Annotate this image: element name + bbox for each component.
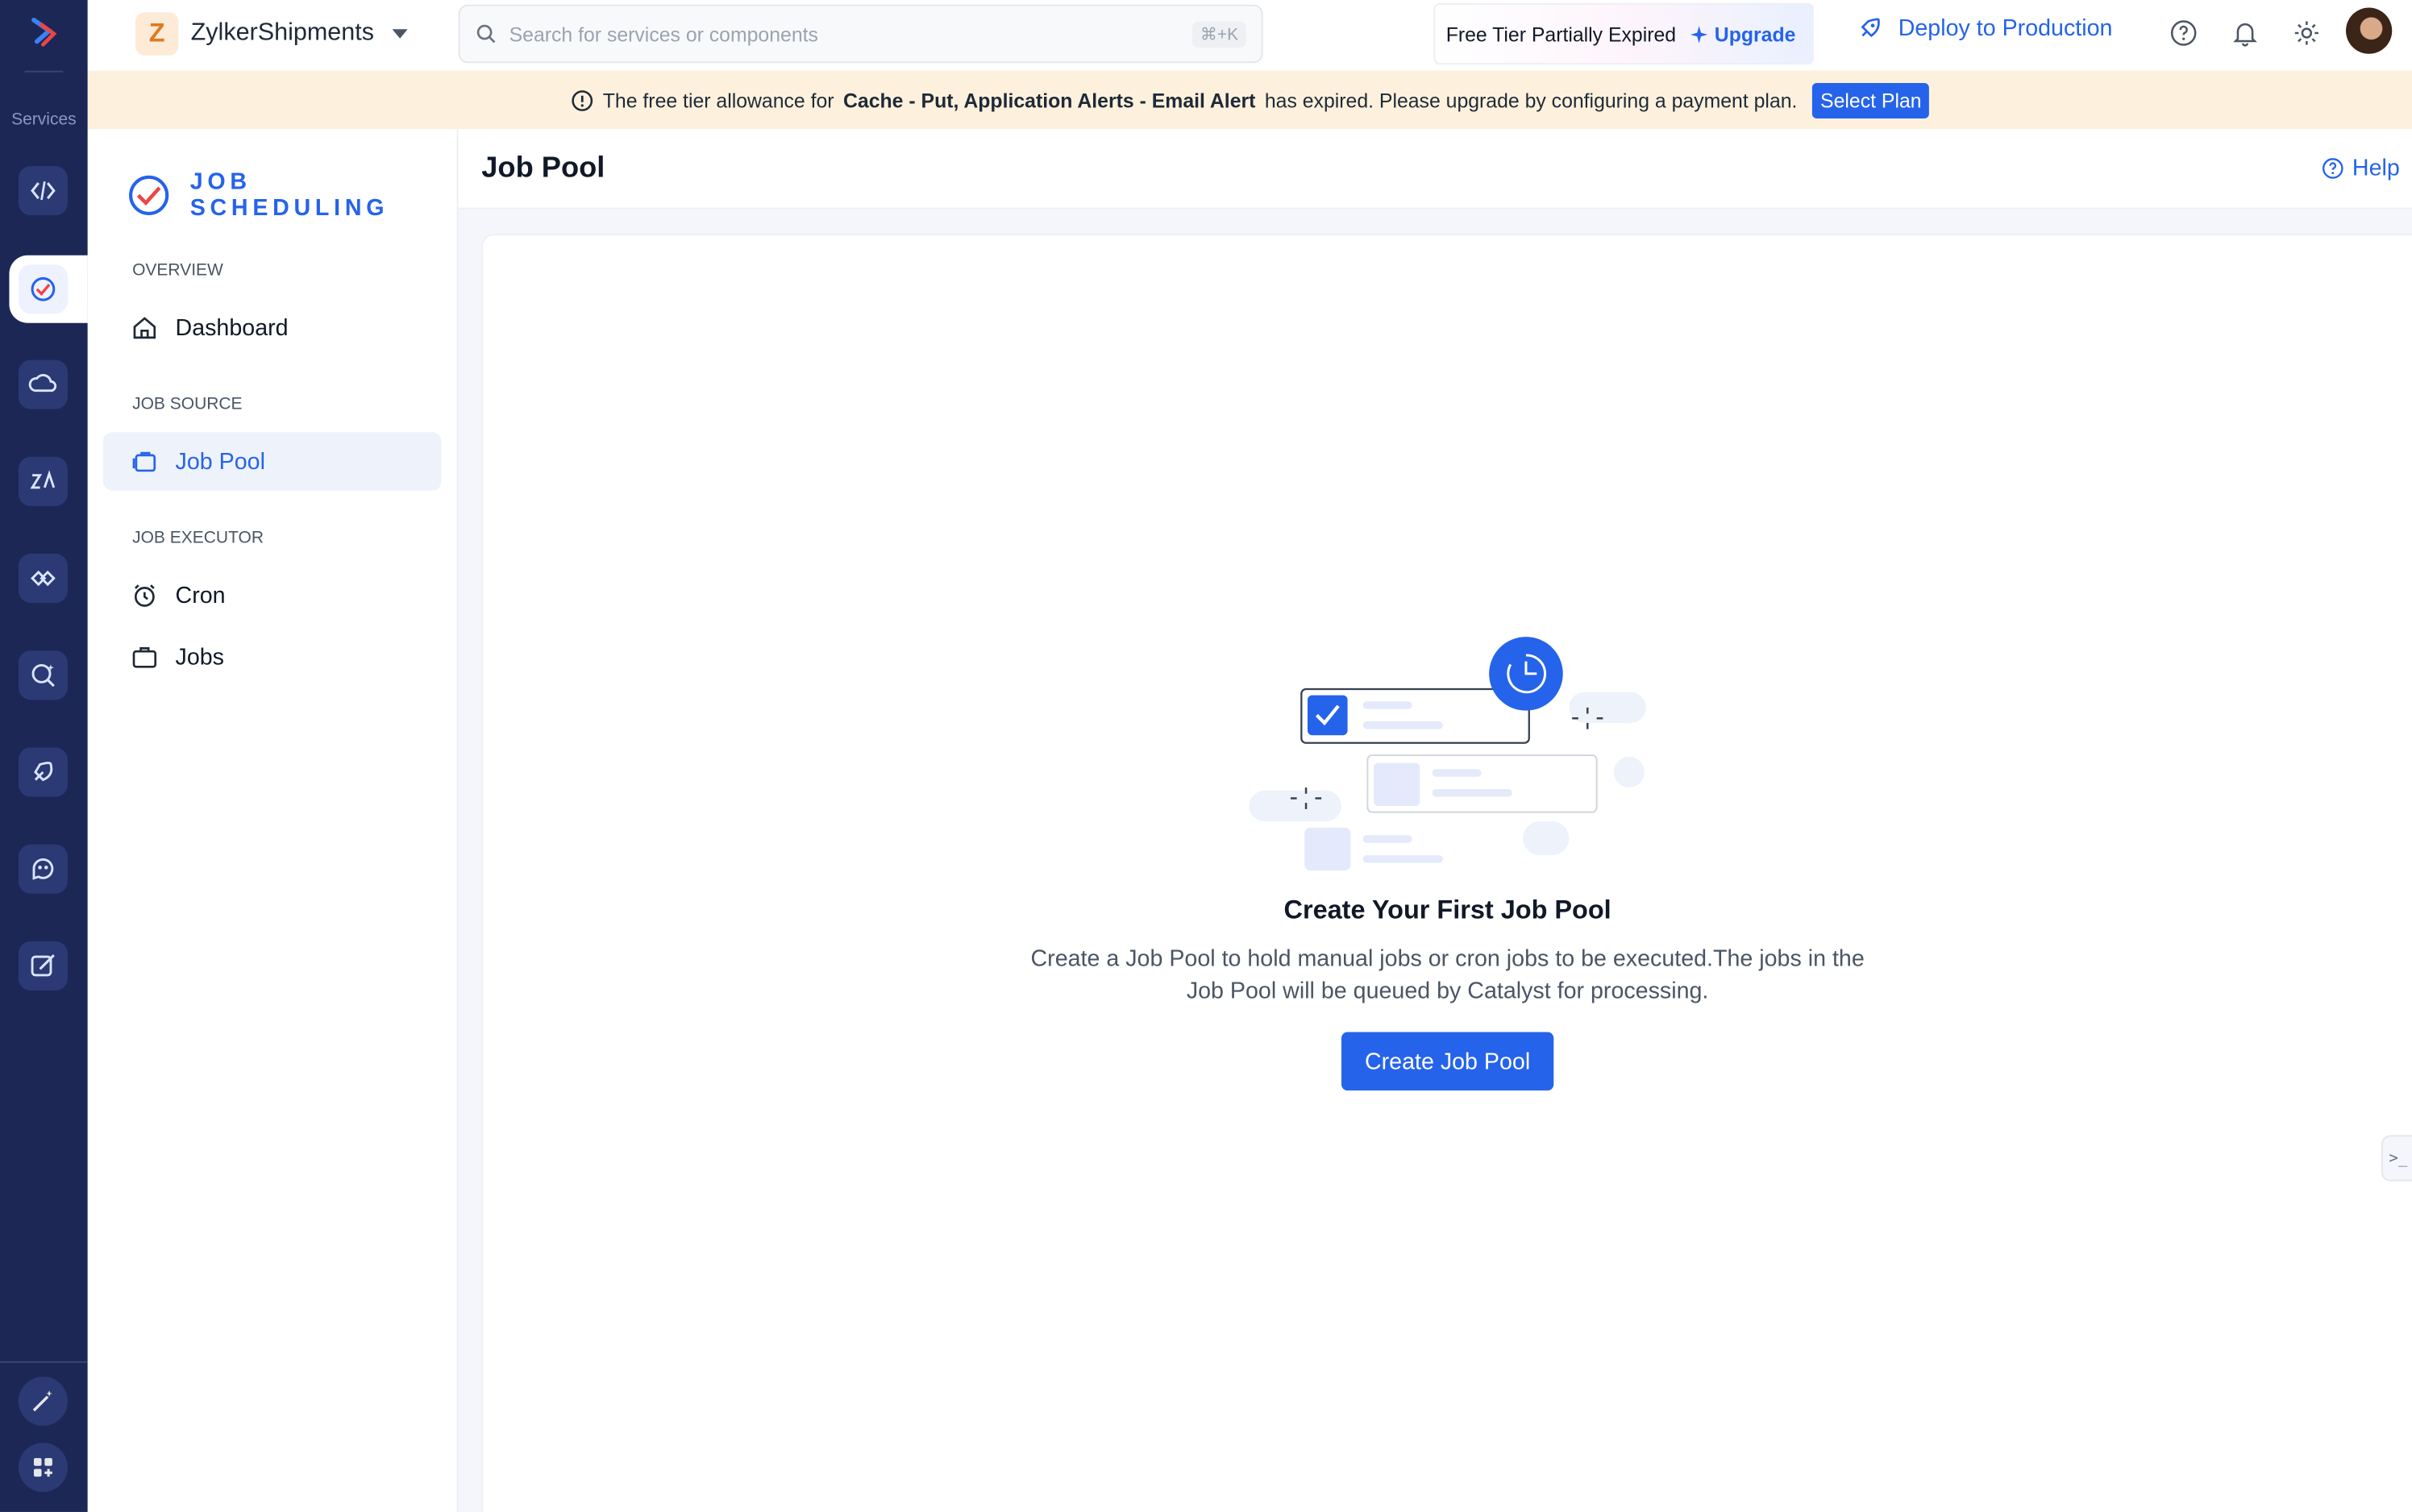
gear-icon[interactable] xyxy=(2289,15,2323,49)
sparkle-icon xyxy=(1690,25,1707,43)
search-shortcut: ⌘+K xyxy=(1192,20,1246,48)
search-icon xyxy=(476,24,496,44)
sidebar-item-jobs[interactable]: Jobs xyxy=(103,628,442,687)
rail-deploy-service-icon[interactable] xyxy=(18,747,68,797)
help-label: Help xyxy=(2352,155,2400,182)
apps-grid-icon[interactable] xyxy=(18,1443,68,1493)
create-job-pool-button[interactable]: Create Job Pool xyxy=(1341,1032,1554,1091)
project-name: ZylkerShipments xyxy=(190,19,374,47)
rail-job-scheduling-icon[interactable] xyxy=(18,264,68,314)
help-circle-icon xyxy=(2323,158,2343,179)
rail-bottom-divider xyxy=(0,1360,88,1363)
section-label-overview: OVERVIEW xyxy=(132,261,223,280)
project-avatar: Z xyxy=(135,12,179,56)
sidebar-item-label: Job Pool xyxy=(175,448,265,475)
page-header: Job Pool Help xyxy=(458,129,2412,210)
home-icon xyxy=(133,317,156,339)
tier-status-box: Free Tier Partially Expired Upgrade xyxy=(1433,2,1814,65)
deploy-label: Deploy to Production xyxy=(1898,15,2113,42)
upgrade-label: Upgrade xyxy=(1714,22,1796,46)
sidebar-item-label: Dashboard xyxy=(175,314,289,341)
sidebar-item-dashboard[interactable]: Dashboard xyxy=(103,298,442,357)
service-brand-text: JOB SCHEDULING xyxy=(189,168,389,222)
user-avatar[interactable] xyxy=(2346,7,2393,54)
rail-search-service-icon[interactable] xyxy=(18,650,68,700)
terminal-drawer-tab[interactable]: >_ xyxy=(2381,1135,2412,1182)
banner-prefix: The free tier allowance for xyxy=(602,88,834,112)
help-link[interactable]: Help xyxy=(2322,156,2400,181)
rail-code-service-icon[interactable] xyxy=(18,166,68,216)
deploy-to-production-button[interactable]: Deploy to Production xyxy=(1857,15,2113,42)
sidebar-item-label: Jobs xyxy=(175,643,225,671)
section-label-job-source: JOB SOURCE xyxy=(132,395,243,414)
job-pool-icon xyxy=(132,451,156,472)
magic-wand-icon[interactable] xyxy=(18,1377,68,1427)
catalyst-logo-icon[interactable] xyxy=(22,10,64,53)
sidebar-item-label: Cron xyxy=(175,582,226,609)
select-plan-button[interactable]: Select Plan xyxy=(1812,82,1930,118)
empty-job-pool-illustration xyxy=(1249,637,1646,871)
briefcase-icon xyxy=(132,647,157,668)
empty-state-description: Create a Job Pool to hold manual jobs or… xyxy=(1030,945,1865,1005)
rail-cloud-service-icon[interactable] xyxy=(18,359,68,409)
alarm-clock-icon xyxy=(134,584,155,607)
upgrade-button[interactable]: Upgrade xyxy=(1688,22,1796,46)
rail-zia-service-icon[interactable] xyxy=(18,456,68,506)
rail-edit-service-icon[interactable] xyxy=(18,941,68,991)
page-title: Job Pool xyxy=(481,152,605,185)
project-switcher[interactable]: Z ZylkerShipments xyxy=(135,9,408,58)
rail-divider xyxy=(24,70,64,73)
bell-icon[interactable] xyxy=(2227,15,2261,49)
empty-state-title: Create Your First Job Pool xyxy=(1283,895,1611,924)
sidebar-item-job-pool[interactable]: Job Pool xyxy=(102,432,442,491)
section-label-job-executor: JOB EXECUTOR xyxy=(132,529,264,548)
job-scheduling-logo-icon xyxy=(129,175,169,215)
banner-services: Cache - Put, Application Alerts - Email … xyxy=(843,88,1256,112)
sidebar-item-cron[interactable]: Cron xyxy=(103,566,442,625)
rail-connector-service-icon[interactable] xyxy=(18,554,68,604)
service-brand: JOB SCHEDULING xyxy=(126,169,456,222)
rocket-icon xyxy=(1861,18,1880,38)
app-root: Services Z ZylkerShipments Search for se… xyxy=(0,0,2412,1512)
rail-chat-service-icon[interactable] xyxy=(18,844,68,894)
services-rail: Services xyxy=(0,0,88,1512)
rail-active-slot xyxy=(9,255,88,323)
top-bar: Z ZylkerShipments ⌘+K Free Tier Partiall… xyxy=(87,0,2412,71)
search-input[interactable] xyxy=(509,22,1181,46)
free-tier-banner: The free tier allowance for Cache - Put,… xyxy=(87,70,2412,130)
banner-suffix: has expired. Please upgrade by configuri… xyxy=(1264,88,1798,112)
global-search[interactable]: ⌘+K xyxy=(458,4,1263,64)
chevron-down-icon xyxy=(392,29,408,39)
tier-status-text: Free Tier Partially Expired xyxy=(1445,22,1677,46)
help-circle-icon[interactable] xyxy=(2166,15,2200,49)
rail-caption: Services xyxy=(11,110,77,130)
service-sidebar: JOB SCHEDULING OVERVIEW Dashboard JOB SO… xyxy=(87,129,459,1512)
alert-circle-icon xyxy=(572,89,593,110)
